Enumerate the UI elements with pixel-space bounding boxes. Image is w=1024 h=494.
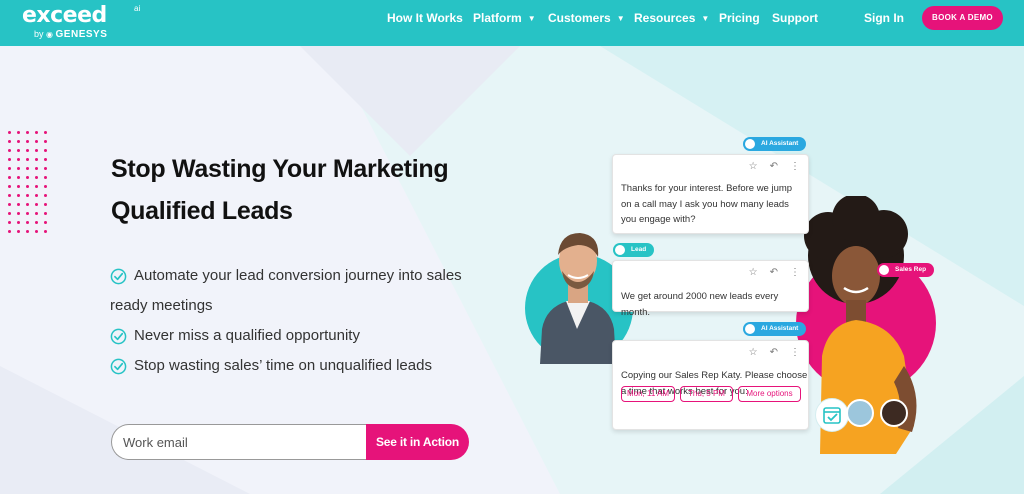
badge-label: Lead [631,246,647,253]
more-vertical-icon[interactable]: ⋮ [790,267,800,278]
logo-company: GENESYS [55,29,108,40]
ai-scheduling-card: ☆ ↶ ⋮ Copying our Sales Rep Katy. Please… [612,340,809,430]
message-line: Copying our Sales Rep Katy. Please choos… [621,370,808,381]
nav-label: Resources [634,11,696,25]
nav-label: Customers [548,11,611,25]
avatar [846,399,874,427]
benefit-text: Automate your lead conversion journey in… [134,267,462,284]
calendar-check-icon [823,407,841,424]
reply-icon[interactable]: ↶ [770,161,778,172]
badge-label: AI Assistant [761,325,799,332]
chevron-down-icon: ▼ [701,14,710,23]
time-slot-chip[interactable]: Thu, 5 PM [680,386,733,402]
nav-platform[interactable]: Platform ▼ [473,11,536,25]
message-line: you engage with? [621,214,696,225]
chevron-down-icon: ▼ [527,14,536,23]
see-it-in-action-button[interactable]: See it in Action [366,424,469,460]
check-circle-icon [110,268,127,285]
nav-label: Platform [473,11,522,25]
nav-customers[interactable]: Customers ▼ [548,11,625,25]
user-icon [879,265,889,275]
nav-pricing[interactable]: Pricing [719,11,760,25]
lead-message-card: ☆ ↶ ⋮ We get around 2000 new leads every… [612,260,809,318]
ai-assistant-badge: AI Assistant [743,322,807,336]
chevron-down-icon: ▼ [616,14,625,23]
ai-message-card: ☆ ↶ ⋮ Thanks for your interest. Before w… [612,154,809,234]
star-icon[interactable]: ☆ [749,347,758,358]
message-text: We get around 2000 new leads every month… [621,291,779,318]
work-email-input[interactable] [111,424,373,460]
headline-line-2: Qualified Leads [111,197,293,225]
benefit-item-continuation: ready meetings [110,291,490,321]
nav-resources[interactable]: Resources ▼ [634,11,709,25]
robot-icon [745,324,755,334]
exceed-logo[interactable]: exceed ai by ◉ GENESYS [22,3,140,41]
nav-label: How It Works [387,11,463,25]
sign-in-link[interactable]: Sign In [864,11,904,25]
nav-label: Pricing [719,11,760,25]
benefit-item: Automate your lead conversion journey in… [110,261,490,291]
decorative-dot-grid [8,131,53,239]
message-text: Thanks for your interest. Before we jump… [621,181,792,228]
calendar-badge [815,398,849,432]
genesys-mark-icon: ◉ [46,30,54,39]
message-line: Thanks for your interest. Before we jump [621,183,793,194]
robot-icon [745,139,755,149]
benefit-text: Stop wasting sales’ time on unqualified … [134,357,432,374]
hero-section: Stop Wasting Your Marketing Qualified Le… [0,46,1024,494]
card-actions: ☆ ↶ ⋮ [749,347,800,358]
card-actions: ☆ ↶ ⋮ [749,267,800,278]
sales-rep-badge: Sales Rep [877,263,935,277]
nav-support[interactable]: Support [772,11,818,25]
lead-badge: Lead [613,243,655,257]
badge-label: AI Assistant [761,140,799,147]
more-options-chip[interactable]: More options [738,386,801,402]
star-icon[interactable]: ☆ [749,267,758,278]
benefit-list: Automate your lead conversion journey in… [110,261,490,381]
headline-line-1: Stop Wasting Your Marketing [111,155,449,183]
more-vertical-icon[interactable]: ⋮ [790,347,800,358]
card-actions: ☆ ↶ ⋮ [749,161,800,172]
benefit-item: Never miss a qualified opportunity [110,321,490,351]
nav-label: Support [772,11,818,25]
user-icon [615,245,625,255]
time-slot-chip[interactable]: Mon, 11 AM [621,386,675,402]
badge-label: Sales Rep [895,266,927,273]
site-header: exceed ai by ◉ GENESYS How It Works Plat… [0,0,1024,46]
benefit-text: ready meetings [110,297,213,314]
benefit-item: Stop wasting sales’ time on unqualified … [110,351,490,381]
logo-by-text: by [34,29,44,39]
logo-wordmark: exceed [22,3,107,28]
star-icon[interactable]: ☆ [749,161,758,172]
message-line: on a call may I ask you how many leads [621,198,789,210]
lead-person-photo [540,233,616,364]
reply-icon[interactable]: ↶ [770,267,778,278]
nav-how-it-works[interactable]: How It Works [387,11,463,25]
benefit-text: Never miss a qualified opportunity [134,327,360,344]
ai-assistant-badge: AI Assistant [743,137,807,151]
avatar [880,399,908,427]
logo-byline: by ◉ GENESYS [34,28,107,41]
check-circle-icon [110,328,127,345]
reply-icon[interactable]: ↶ [770,347,778,358]
book-demo-button[interactable]: BOOK A DEMO [922,6,1003,30]
signup-form: See it in Action [111,424,469,460]
more-vertical-icon[interactable]: ⋮ [790,161,800,172]
page-title: Stop Wasting Your Marketing Qualified Le… [111,148,449,232]
logo-ai-superscript: ai [134,4,141,13]
check-circle-icon [110,358,127,375]
